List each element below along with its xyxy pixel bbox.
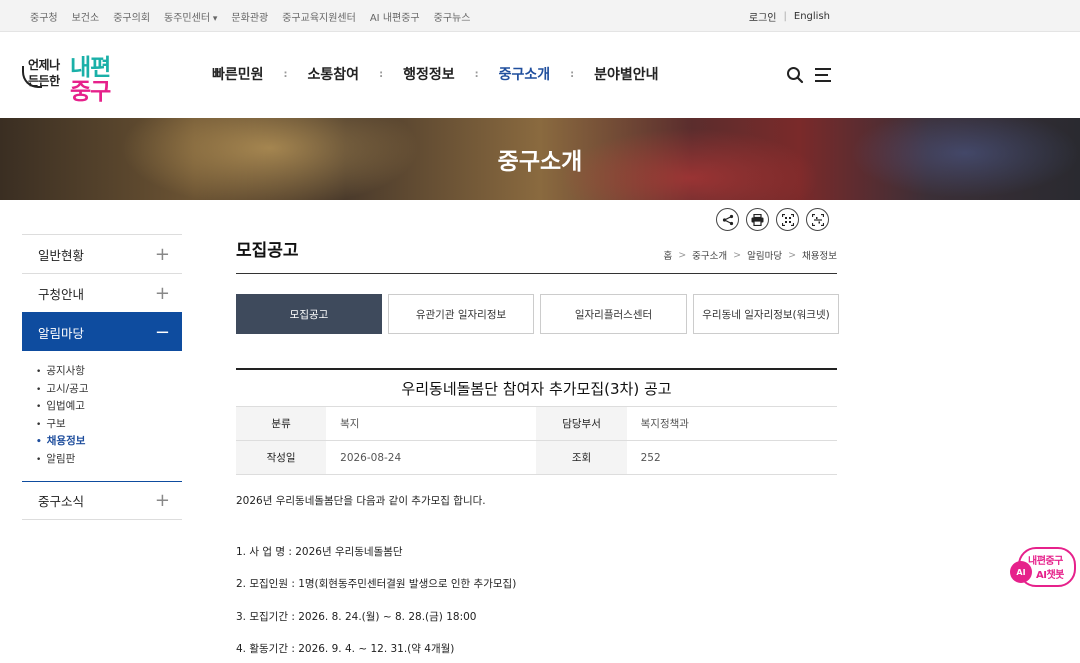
post-body-paragraph: 3. 모집기간 : 2026. 8. 24.(월) ~ 8. 28.(금) 18… [236, 611, 477, 623]
post-meta-table: 분류 복지 담당부서 복지정책과 작성일 2026-08-24 조회 252 [236, 406, 837, 475]
title-divider [236, 273, 837, 274]
divider: | [783, 10, 787, 22]
breadcrumb-current[interactable]: 채용정보 [802, 248, 837, 262]
logo-tagline-2: 든든한 [28, 74, 60, 88]
english-link[interactable]: English [794, 11, 830, 22]
page-title: 모집공고 [236, 241, 299, 261]
section-banner: 중구소개 [0, 118, 1080, 200]
post-body-paragraph: 2. 모집인원 : 1명(회현동주민센터결원 발생으로 인한 추가모집) [236, 578, 517, 590]
link-ai-junggu[interactable]: AI 내편중구 [370, 9, 420, 24]
breadcrumb-item[interactable]: 중구소개 [692, 248, 727, 262]
post-body-paragraph: 2026년 우리동네돌봄단을 다음과 같이 추가모집 합니다. [236, 495, 486, 507]
site-logo[interactable]: 언제나 든든한 내편 중구 [22, 48, 132, 105]
post-body-paragraph: 1. 사 업 명 : 2026년 우리동네돌봄단 [236, 546, 403, 558]
sidebar-item-label: 구청안내 [38, 286, 85, 302]
chevron-right-icon: > [733, 249, 742, 261]
table-row: 분류 복지 담당부서 복지정책과 [236, 406, 837, 441]
header-actions [786, 66, 832, 84]
breadcrumb-home[interactable]: 홈 [663, 248, 672, 262]
top-utility-bar: 중구청 보건소 중구의회 동주민센터 문화관광 중구교육지원센터 AI 내편중구… [0, 0, 1080, 32]
plus-icon: + [154, 243, 170, 265]
chevron-right-icon: > [788, 249, 797, 261]
submenu-legislation[interactable]: 입법예고 [36, 398, 182, 416]
meta-label-department: 담당부서 [536, 406, 627, 441]
sidebar-item-general-status[interactable]: 일반현황 + [22, 234, 182, 273]
login-link[interactable]: 로그인 [749, 9, 777, 24]
share-icon[interactable] [716, 208, 739, 231]
nav-participation[interactable]: 소통참여 [308, 64, 360, 84]
meta-label-views: 조회 [536, 440, 627, 475]
sidebar-item-notice-board[interactable]: 알림마당 − [22, 312, 182, 351]
meta-value-category: 복지 [326, 406, 537, 441]
table-row: 작성일 2026-08-24 조회 252 [236, 440, 837, 475]
plus-icon: + [154, 489, 170, 511]
content-tabs: 모집공고 유관기관 일자리정보 일자리플러스센터 우리동네 일자리정보(워크넷) [236, 294, 839, 334]
link-junggu-office[interactable]: 중구청 [30, 9, 58, 24]
sidebar-item-office-guide[interactable]: 구청안내 + [22, 273, 182, 312]
account-links: 로그인 | English [749, 0, 830, 32]
qr-scan-icon[interactable] [806, 208, 829, 231]
link-health-center[interactable]: 보건소 [72, 9, 100, 24]
submenu-recruitment[interactable]: 채용정보 [36, 433, 182, 451]
search-icon[interactable] [786, 66, 804, 84]
submenu-gazette[interactable]: 구보 [36, 416, 182, 434]
tab-related-agency-jobs[interactable]: 유관기관 일자리정보 [388, 294, 534, 334]
nav-field-guide[interactable]: 분야별안내 [594, 64, 658, 84]
submenu-notices[interactable]: 공지사항 [36, 363, 182, 381]
qr-code-icon[interactable] [776, 208, 799, 231]
chevron-right-icon: > [678, 249, 687, 261]
ai-chatbot-button[interactable]: 내편중구 AI챗봇 AI [1010, 545, 1076, 591]
chatbot-label-1: 내편중구 [1028, 556, 1063, 567]
page-utility-buttons [716, 208, 829, 231]
submenu-announcements[interactable]: 고시/공고 [36, 381, 182, 399]
sidebar-item-label: 알림마당 [38, 325, 85, 341]
post-body-paragraph: 4. 활동기간 : 2026. 9. 4. ~ 12. 31.(약 4개월) [236, 643, 455, 655]
plus-icon: + [154, 282, 170, 304]
nav-about-junggu[interactable]: 중구소개 [499, 64, 551, 84]
meta-label-date: 작성일 [236, 440, 327, 475]
nav-separator: : [379, 68, 384, 80]
tab-worknet-jobs[interactable]: 우리동네 일자리정보(워크넷) [693, 294, 839, 334]
link-junggu-news[interactable]: 중구뉴스 [434, 9, 471, 24]
nav-quick-civil[interactable]: 빠른민원 [212, 64, 264, 84]
nav-separator: : [283, 68, 288, 80]
link-council[interactable]: 중구의회 [113, 9, 150, 24]
main-navigation: 빠른민원 : 소통참여 : 행정정보 : 중구소개 : 분야별안내 [212, 58, 659, 90]
meta-value-date: 2026-08-24 [326, 440, 537, 475]
nav-separator: : [570, 68, 575, 80]
tab-job-plus-center[interactable]: 일자리플러스센터 [540, 294, 687, 334]
minus-icon: − [154, 321, 170, 343]
breadcrumb-item[interactable]: 알림마당 [747, 248, 782, 262]
print-icon[interactable] [746, 208, 769, 231]
sidebar-item-junggu-news[interactable]: 중구소식 + [22, 480, 182, 520]
banner-title: 중구소개 [497, 149, 583, 175]
sidebar-menu: 일반현황 + 구청안내 + 알림마당 − 공지사항 고시/공고 입법예고 구보 … [22, 234, 182, 520]
chatbot-ai-badge: AI [1010, 561, 1032, 583]
menu-icon[interactable] [814, 66, 832, 84]
meta-value-department: 복지정책과 [626, 406, 837, 441]
meta-label-category: 분류 [236, 406, 327, 441]
link-education-center[interactable]: 중구교육지원센터 [282, 9, 356, 24]
sidebar-item-label: 일반현황 [38, 247, 85, 263]
nav-separator: : [474, 68, 479, 80]
nav-admin-info[interactable]: 행정정보 [403, 64, 455, 84]
submenu-bulletin[interactable]: 알림판 [36, 451, 182, 469]
chatbot-label-2: AI챗봇 [1036, 570, 1064, 581]
link-culture-tour[interactable]: 문화관광 [231, 9, 268, 24]
breadcrumb: 홈 > 중구소개 > 알림마당 > 채용정보 [663, 248, 837, 263]
sidebar-submenu: 공지사항 고시/공고 입법예고 구보 채용정보 알림판 [22, 351, 182, 481]
sidebar-item-label: 중구소식 [38, 493, 85, 509]
logo-tagline-1: 언제나 [28, 58, 60, 72]
logo-brand-2: 중구 [70, 79, 111, 105]
family-site-links: 중구청 보건소 중구의회 동주민센터 문화관광 중구교육지원센터 AI 내편중구… [30, 0, 470, 32]
meta-value-views: 252 [626, 440, 837, 475]
link-community-centers-dropdown[interactable]: 동주민센터 [164, 9, 217, 24]
tab-recruitment-notice[interactable]: 모집공고 [236, 294, 382, 334]
post-title: 우리동네돌봄단 참여자 추가모집(3차) 공고 [236, 368, 837, 406]
